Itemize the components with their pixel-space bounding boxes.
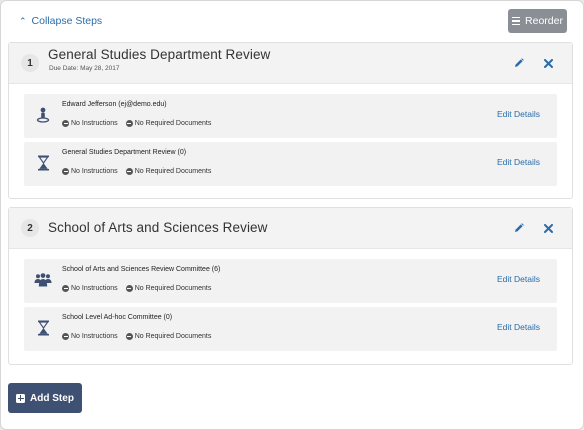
edit-details-link[interactable]: Edit Details — [497, 322, 540, 332]
instructions-status: No Instructions — [62, 167, 118, 175]
steps-panel: ⌃ Collapse Steps Reorder 1 General Studi… — [0, 0, 584, 430]
instructions-status: No Instructions — [62, 284, 118, 292]
edit-details-link[interactable]: Edit Details — [497, 157, 540, 167]
instructions-label: No Instructions — [71, 119, 118, 127]
add-step-label: Add Step — [30, 392, 74, 404]
minus-circle-icon — [125, 332, 133, 340]
minus-circle-icon — [125, 119, 133, 127]
documents-label: No Required Documents — [134, 167, 212, 175]
step-due-date: Due Date: May 28, 2017 — [49, 65, 120, 72]
hourglass-icon — [34, 154, 52, 172]
add-step-button[interactable]: Add Step — [8, 383, 82, 413]
list-item: School Level Ad-hoc Committee (0) No Ins… — [24, 307, 557, 351]
step-number: 2 — [21, 219, 39, 237]
step-number: 1 — [21, 54, 39, 72]
documents-status: No Required Documents — [125, 332, 212, 340]
member-name: General Studies Department Review (0) — [62, 149, 187, 156]
plus-square-icon — [16, 393, 26, 403]
documents-status: No Required Documents — [125, 284, 212, 292]
instructions-label: No Instructions — [71, 284, 118, 292]
member-name: Edward Jefferson (ej@demo.edu) — [62, 101, 167, 108]
collapse-steps-label: Collapse Steps — [31, 15, 103, 27]
pencil-icon[interactable] — [512, 56, 526, 70]
hourglass-icon — [34, 319, 52, 337]
step-header: 1 General Studies Department Review Due … — [9, 43, 572, 84]
collapse-steps-link[interactable]: ⌃ Collapse Steps — [19, 14, 102, 28]
member-name: School of Arts and Sciences Review Commi… — [62, 266, 221, 273]
list-item: School of Arts and Sciences Review Commi… — [24, 259, 557, 303]
documents-label: No Required Documents — [134, 119, 212, 127]
instructions-status: No Instructions — [62, 119, 118, 127]
documents-status: No Required Documents — [125, 167, 212, 175]
list-item: General Studies Department Review (0) No… — [24, 142, 557, 186]
instructions-label: No Instructions — [71, 332, 118, 340]
group-icon — [34, 271, 52, 289]
minus-circle-icon — [62, 167, 69, 175]
step-card: 1 General Studies Department Review Due … — [8, 42, 573, 199]
minus-circle-icon — [125, 167, 133, 175]
edit-details-link[interactable]: Edit Details — [497, 274, 540, 284]
reorder-button[interactable]: Reorder — [508, 9, 567, 33]
member-meta: No Instructions No Required Documents — [62, 331, 211, 341]
minus-circle-icon — [62, 119, 69, 127]
member-meta: No Instructions No Required Documents — [62, 283, 211, 293]
minus-circle-icon — [62, 332, 69, 340]
edit-details-link[interactable]: Edit Details — [497, 109, 540, 119]
minus-circle-icon — [125, 284, 133, 292]
step-header: 2 School of Arts and Sciences Review — [9, 208, 572, 249]
documents-label: No Required Documents — [134, 332, 212, 340]
pencil-icon[interactable] — [512, 221, 526, 235]
step-card: 2 School of Arts and Sciences Review Sch… — [8, 207, 573, 365]
documents-status: No Required Documents — [125, 119, 212, 127]
chevron-up-icon: ⌃ — [19, 15, 27, 26]
step-title: School of Arts and Sciences Review — [48, 220, 268, 235]
instructions-status: No Instructions — [62, 332, 118, 340]
instructions-label: No Instructions — [71, 167, 118, 175]
documents-label: No Required Documents — [134, 284, 212, 292]
close-icon[interactable] — [541, 221, 555, 235]
list-item: Edward Jefferson (ej@demo.edu) No Instru… — [24, 94, 557, 138]
list-icon — [512, 16, 521, 26]
close-icon[interactable] — [541, 56, 555, 70]
person-icon — [34, 106, 52, 124]
member-meta: No Instructions No Required Documents — [62, 166, 211, 176]
reorder-label: Reorder — [525, 15, 563, 27]
member-meta: No Instructions No Required Documents — [62, 118, 211, 128]
step-title: General Studies Department Review — [48, 47, 271, 62]
minus-circle-icon — [62, 284, 69, 292]
member-name: School Level Ad-hoc Committee (0) — [62, 314, 173, 321]
